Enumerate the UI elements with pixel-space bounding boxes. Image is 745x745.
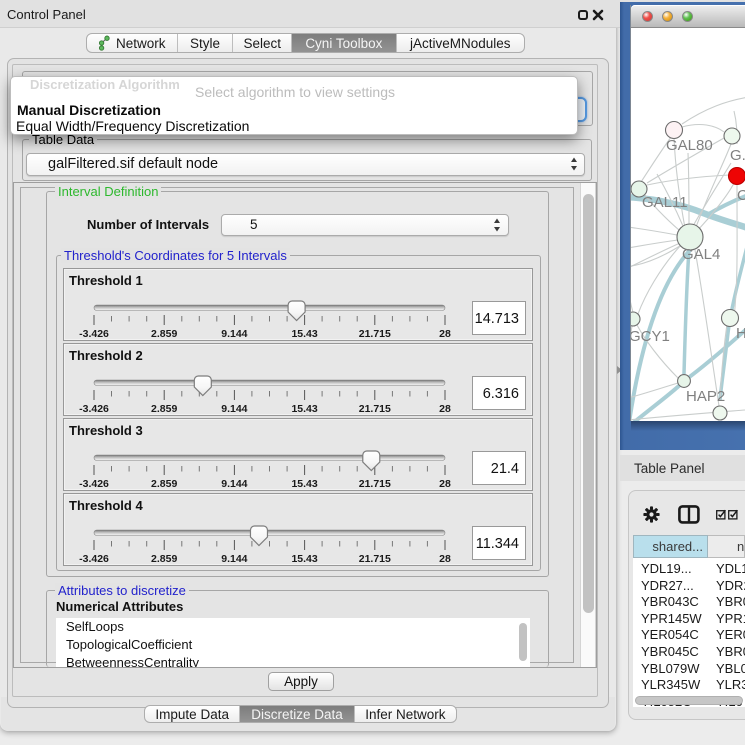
svg-text:9.144: 9.144: [221, 403, 247, 415]
svg-text:2.859: 2.859: [151, 553, 177, 565]
svg-text:15.43: 15.43: [291, 328, 317, 340]
svg-text:15.43: 15.43: [291, 553, 317, 565]
svg-text:G.: G.: [730, 147, 745, 164]
svg-text:-3.426: -3.426: [79, 403, 109, 415]
svg-text:21.715: 21.715: [359, 328, 391, 340]
svg-text:-3.426: -3.426: [79, 478, 109, 490]
svg-text:HAP2: HAP2: [686, 388, 725, 405]
svg-text:15.43: 15.43: [291, 478, 317, 490]
svg-text:H: H: [736, 325, 745, 342]
svg-text:28: 28: [439, 403, 451, 415]
svg-text:21.715: 21.715: [359, 478, 391, 490]
svg-text:28: 28: [439, 328, 451, 340]
svg-text:GAL4: GAL4: [682, 246, 720, 263]
svg-text:C: C: [737, 187, 745, 204]
svg-text:21.715: 21.715: [359, 403, 391, 415]
svg-text:9.144: 9.144: [221, 478, 247, 490]
svg-text:9.144: 9.144: [221, 328, 247, 340]
svg-text:2.859: 2.859: [151, 403, 177, 415]
svg-text:9.144: 9.144: [221, 553, 247, 565]
svg-text:GCY1: GCY1: [631, 328, 670, 345]
svg-text:15.43: 15.43: [291, 403, 317, 415]
svg-text:21.715: 21.715: [359, 553, 391, 565]
svg-text:2.859: 2.859: [151, 478, 177, 490]
svg-text:-3.426: -3.426: [79, 553, 109, 565]
svg-text:GAL11: GAL11: [642, 194, 688, 211]
svg-text:28: 28: [439, 478, 451, 490]
svg-text:GAL80: GAL80: [666, 137, 713, 154]
svg-text:28: 28: [439, 553, 451, 565]
svg-text:2.859: 2.859: [151, 328, 177, 340]
svg-text:-3.426: -3.426: [79, 328, 109, 340]
